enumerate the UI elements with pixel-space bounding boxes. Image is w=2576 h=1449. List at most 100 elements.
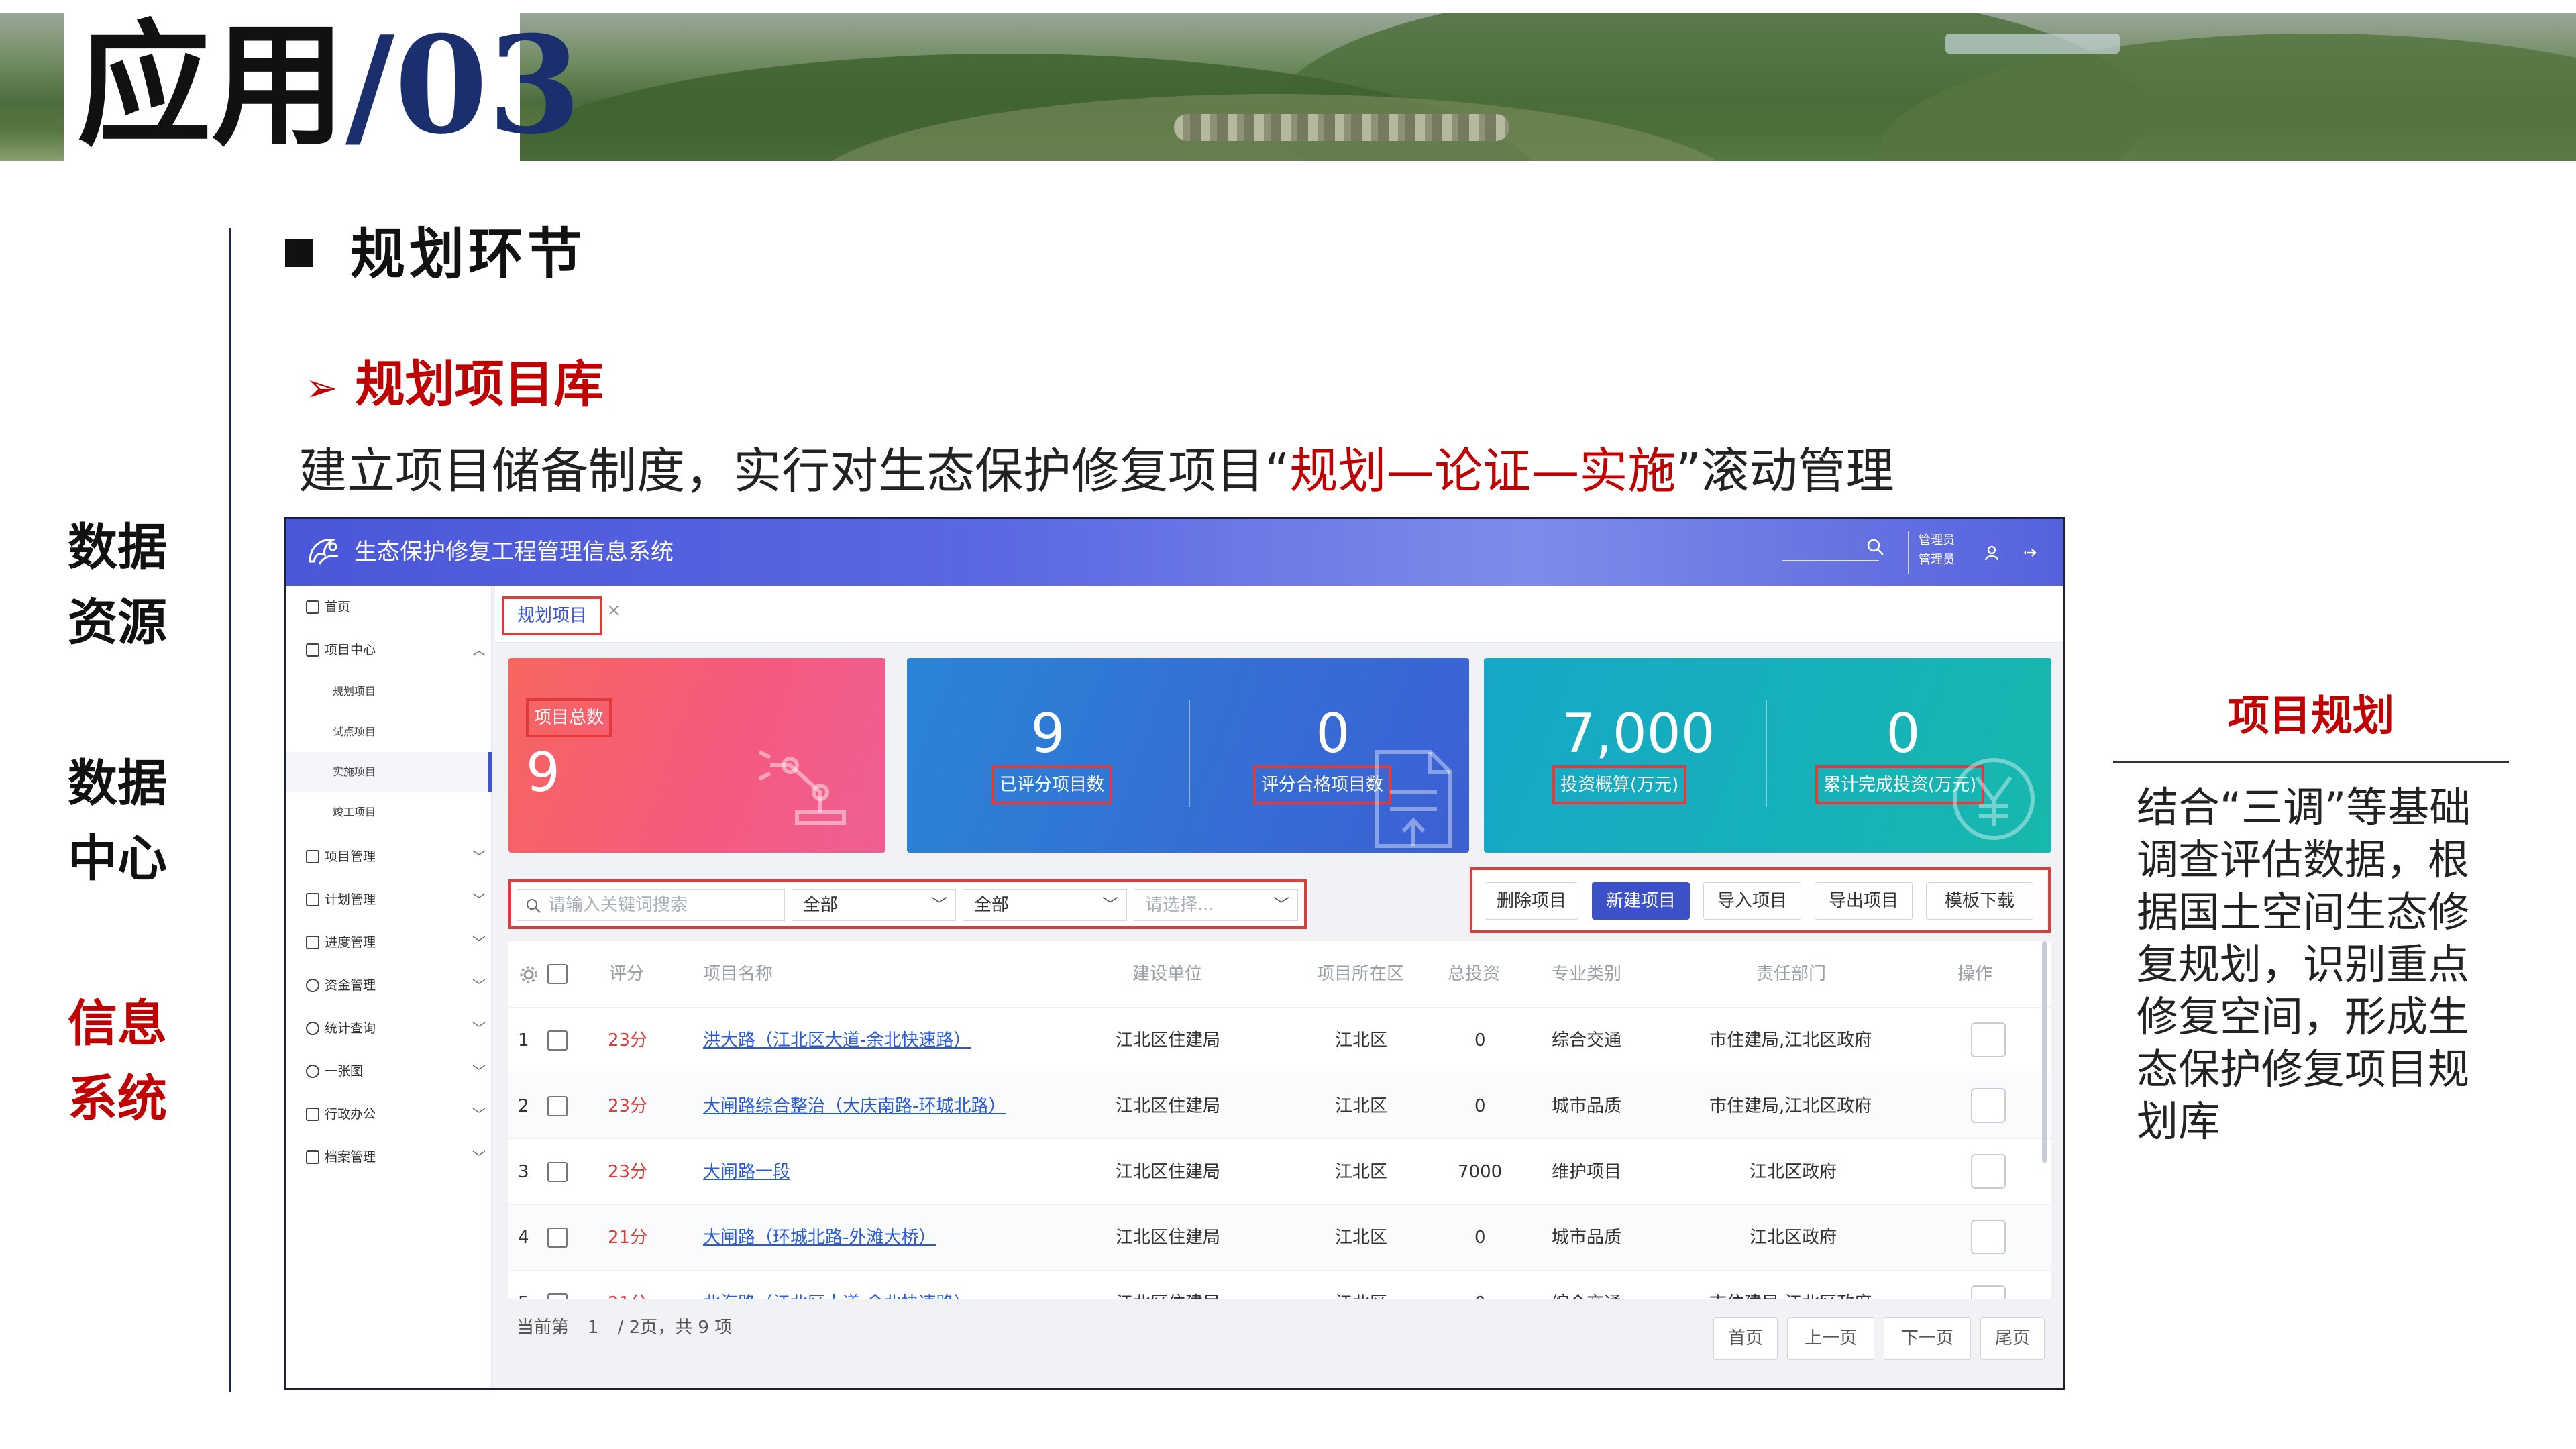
filter-select-3[interactable]: 请选择... ﹀	[1134, 889, 1298, 921]
app-logo-icon	[309, 539, 339, 565]
row-category: 城市品质	[1552, 1096, 1622, 1116]
row-checkbox[interactable]	[547, 1293, 568, 1299]
stat-value-total: 9	[526, 741, 560, 804]
sidebar-item-progress-management[interactable]: 进度管理 ﹀	[286, 921, 492, 964]
row-checkbox[interactable]	[547, 1030, 568, 1051]
last-page-button[interactable]: 尾页	[1980, 1317, 2045, 1360]
sidebar-subitem-implementation[interactable]: 实施项目	[286, 752, 492, 792]
filter-select-1[interactable]: 全部 ﹀	[792, 889, 956, 921]
table-row[interactable]: 4 21分 大闸路（环城北路-外滩大桥） 江北区住建局 江北区 0 城市品质 江…	[508, 1204, 2051, 1270]
table-row[interactable]: 1 23分 洪大路（江北区大道-余北快速路） 江北区住建局 江北区 0 综合交通…	[508, 1007, 2051, 1073]
app-topbar: 生态保护修复工程管理信息系统 管理员 管理员	[286, 519, 2063, 586]
row-category: 城市品质	[1552, 1228, 1622, 1248]
sidebar-item-office[interactable]: 行政办公 ﹀	[286, 1093, 492, 1136]
row-score: 23分	[608, 1096, 648, 1116]
row-upload-icon[interactable]	[1971, 1022, 2006, 1057]
pager-current-page[interactable]: 1	[574, 1309, 612, 1346]
column-header-category[interactable]: 专业类别	[1552, 941, 1621, 1007]
user-role: 管理员	[1919, 553, 1955, 567]
gear-icon[interactable]	[519, 965, 538, 984]
description-text-end: ”滚动管理	[1676, 443, 1894, 499]
new-project-button[interactable]: 新建项目	[1592, 882, 1690, 920]
tab-planning-projects[interactable]: 规划项目	[502, 596, 602, 635]
row-project-link[interactable]: 大闸路一段	[703, 1139, 790, 1205]
sidebar-subitem-completed[interactable]: 竣工项目	[286, 792, 492, 833]
row-investment: 0	[1474, 1030, 1486, 1051]
row-category: 综合交通	[1552, 1030, 1622, 1051]
prev-page-button[interactable]: 上一页	[1787, 1317, 1874, 1360]
layers-icon	[306, 850, 319, 863]
row-index: 3	[518, 1162, 529, 1182]
tab-close-icon[interactable]: ×	[606, 600, 621, 621]
column-header-score[interactable]: 评分	[609, 941, 644, 1007]
user-icon[interactable]	[1983, 544, 2000, 561]
delete-project-button[interactable]: 删除项目	[1485, 882, 1578, 920]
row-upload-icon[interactable]	[1971, 1285, 2006, 1299]
description: 建立项目储备制度，实行对生态保护修复项目“规划—论证—实施”滚动管理	[299, 437, 1894, 504]
slide-title-number: /03	[345, 7, 582, 164]
chevron-down-icon: ﹀	[1102, 896, 1118, 914]
sidebar-item-project-center[interactable]: 项目中心 ︿	[286, 629, 492, 672]
row-project-link[interactable]: 大闸路（环城北路-外滩大桥）	[703, 1205, 936, 1271]
sidebar-item-label: 计划管理	[325, 892, 376, 907]
row-upload-icon[interactable]	[1971, 1154, 2006, 1189]
sidebar-subitem-planning[interactable]: 规划项目	[286, 672, 492, 712]
column-header-investment[interactable]: 总投资	[1448, 941, 1500, 1007]
keyword-search-input[interactable]: 请输入关键词搜索	[517, 889, 785, 921]
row-upload-icon[interactable]	[1971, 1088, 2006, 1123]
table-row[interactable]: 2 23分 大闸路综合整治（大庆南路-环城北路） 江北区住建局 江北区 0 城市…	[508, 1073, 2051, 1138]
sidebar-item-home[interactable]: 首页	[286, 586, 492, 629]
app-name: 生态保护修复工程管理信息系统	[354, 539, 674, 566]
sidebar-item-archive[interactable]: 档案管理 ﹀	[286, 1136, 492, 1179]
row-upload-icon[interactable]	[1971, 1220, 2006, 1254]
row-area: 江北区	[1335, 1228, 1388, 1248]
sidebar-subitem-label: 试点项目	[333, 725, 376, 738]
next-page-button[interactable]: 下一页	[1884, 1317, 1971, 1360]
search-icon[interactable]	[1866, 537, 1886, 557]
column-header-name[interactable]: 项目名称	[703, 941, 773, 1007]
doc-icon	[306, 1108, 319, 1121]
filter-select-2[interactable]: 全部 ﹀	[963, 889, 1127, 921]
side-label-data-resource[interactable]: 数据 资源	[60, 510, 174, 660]
stat-label-total: 项目总数	[526, 698, 612, 737]
calendar-icon	[306, 893, 319, 906]
row-checkbox[interactable]	[547, 1096, 568, 1116]
row-department: 江北区政府	[1750, 1162, 1837, 1182]
table-scrollbar[interactable]	[2042, 941, 2047, 1163]
row-project-link[interactable]: 洪大路（江北区大道-余北快速路）	[703, 1008, 971, 1073]
sidebar-item-plan-management[interactable]: 计划管理 ﹀	[286, 878, 492, 921]
sidebar-subitem-pilot[interactable]: 试点项目	[286, 712, 492, 752]
action-button-group: 删除项目 新建项目 导入项目 导出项目 模板下载	[1470, 867, 2051, 933]
row-investment: 7000	[1458, 1162, 1503, 1182]
row-checkbox[interactable]	[547, 1162, 568, 1182]
row-area: 江北区	[1335, 1271, 1387, 1299]
side-label-data-center[interactable]: 数据 中心	[60, 746, 174, 896]
sidebar-item-label: 统计查询	[325, 1021, 376, 1036]
import-project-button[interactable]: 导入项目	[1703, 882, 1801, 920]
column-header-actions: 操作	[1957, 964, 1993, 984]
sidebar-item-fund-management[interactable]: 资金管理 ﹀	[286, 964, 492, 1007]
user-info[interactable]: 管理员 管理员	[1908, 531, 1955, 574]
side-label-line: 资源	[68, 594, 167, 651]
side-label-info-system[interactable]: 信息 系统	[60, 986, 174, 1136]
sidebar-item-statistics[interactable]: 统计查询 ﹀	[286, 1007, 492, 1050]
export-project-button[interactable]: 导出项目	[1815, 882, 1913, 920]
logout-icon[interactable]	[2020, 544, 2037, 561]
sidebar-item-project-management[interactable]: 项目管理 ﹀	[286, 835, 492, 878]
pager-suffix: / 2页，共 9 项	[617, 1318, 733, 1338]
row-project-link[interactable]: 北海路（江北区大道-余北快速路）	[703, 1271, 971, 1299]
search-input[interactable]	[1782, 560, 1879, 561]
column-header-unit[interactable]: 建设单位	[1132, 941, 1202, 1007]
slide-title-text: 应用	[77, 7, 346, 164]
column-header-department[interactable]: 责任部门	[1756, 941, 1826, 1007]
project-table: 评分 项目名称 建设单位 项目所在区 总投资 专业类别 责任部门 操作 1 23…	[508, 941, 2051, 1299]
first-page-button[interactable]: 首页	[1713, 1317, 1778, 1360]
column-header-area[interactable]: 项目所在区	[1317, 941, 1404, 1007]
row-checkbox[interactable]	[547, 1228, 568, 1248]
table-row[interactable]: 5 21分 北海路（江北区大道-余北快速路） 江北区住建局 江北区 0 综合交通…	[508, 1270, 2051, 1299]
template-download-button[interactable]: 模板下载	[1926, 882, 2033, 920]
sidebar-item-map[interactable]: 一张图 ﹀	[286, 1050, 492, 1093]
table-row[interactable]: 3 23分 大闸路一段 江北区住建局 江北区 7000 维护项目 江北区政府	[508, 1138, 2051, 1204]
row-project-link[interactable]: 大闸路综合整治（大庆南路-环城北路）	[703, 1073, 1006, 1139]
select-all-checkbox[interactable]	[547, 964, 568, 984]
